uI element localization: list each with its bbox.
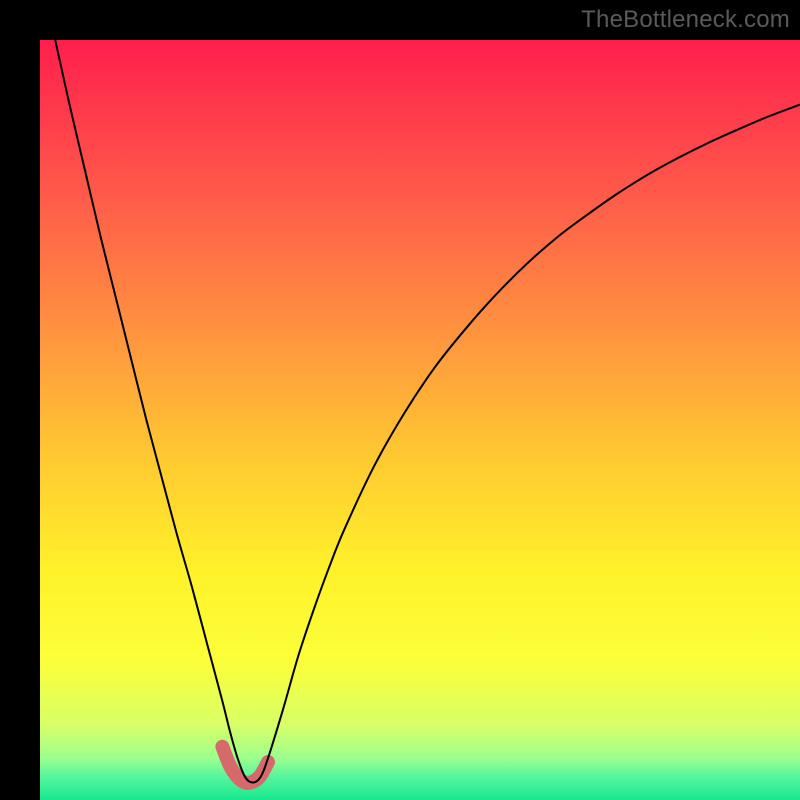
bottleneck-curve xyxy=(55,40,800,783)
watermark-text: TheBottleneck.com xyxy=(581,6,790,34)
chart-frame: TheBottleneck.com xyxy=(0,0,800,800)
curve-layer xyxy=(40,40,800,800)
plot-area xyxy=(40,40,800,800)
